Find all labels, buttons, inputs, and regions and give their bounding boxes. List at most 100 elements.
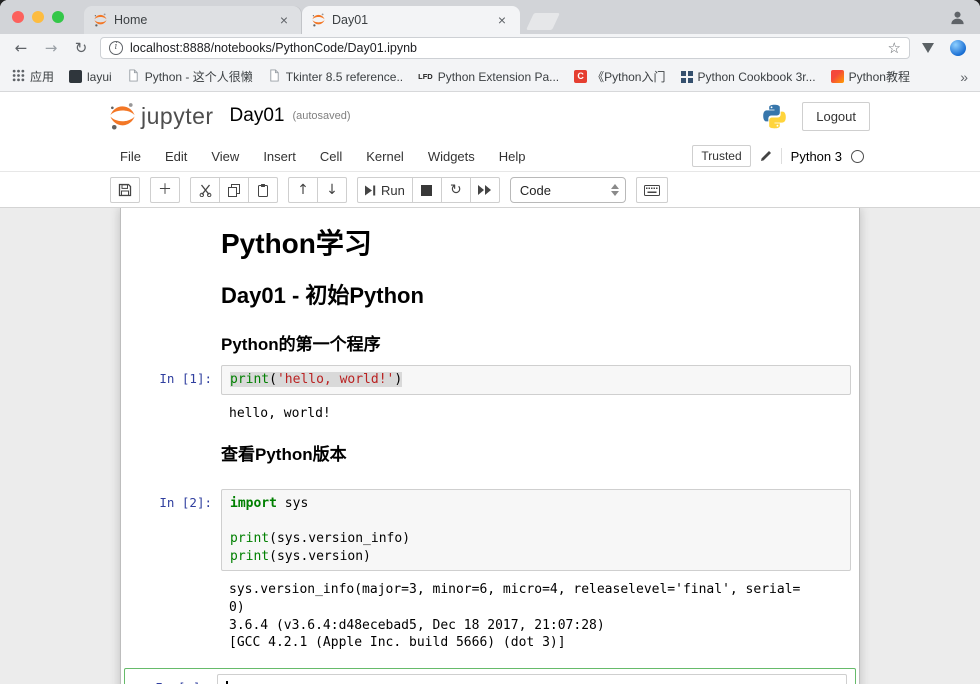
scissors-icon [199,184,212,197]
code-input-2[interactable]: import sys print(sys.version_info) print… [221,489,851,571]
extension-triangle-icon[interactable] [922,43,934,53]
bookmark-python-intro[interactable]: C 《Python入门 [574,68,665,85]
site-info-icon[interactable]: i [109,41,123,55]
cut-cell-button[interactable] [190,177,220,203]
insert-cell-button[interactable]: ＋ [150,177,180,203]
close-tab-icon[interactable]: × [276,12,292,28]
bookmarks-overflow-icon[interactable]: » [960,69,968,85]
jupyter-logo-icon[interactable] [110,102,135,130]
input-prompt: In [ ]: [125,674,217,684]
url-text[interactable]: localhost:8888/notebooks/PythonCode/Day0… [130,41,881,55]
cell-type-select[interactable]: Code [510,177,626,203]
code-token: import [230,496,277,511]
copy-cell-button[interactable] [219,177,249,203]
code-cell-2[interactable]: In [2]: import sys print(sys.version_inf… [121,485,859,575]
new-tab-button[interactable] [526,13,560,30]
notebook-heading-3: Python的第一个程序 [221,330,851,355]
save-icon [118,183,132,197]
apps-grid-icon [12,69,25,85]
bookmark-apps[interactable]: 应用 [12,68,54,85]
notebook-title[interactable]: Day01 [230,105,285,127]
restart-kernel-button[interactable]: ↻ [441,177,471,203]
notebook-container: Python学习 Day01 - 初始Python Python的第一个程序 I… [120,208,860,684]
close-tab-icon[interactable]: × [494,12,510,28]
notebook-scroll-area[interactable]: Python学习 Day01 - 初始Python Python的第一个程序 I… [0,208,980,684]
code-input-1[interactable]: print('hello, world!') [221,365,851,395]
paste-cell-button[interactable] [248,177,278,203]
code-cell-3-selected[interactable]: In [ ]: [124,668,856,684]
profile-icon[interactable] [949,9,966,31]
output-cell-2: sys.version_info(major=3, minor=6, micro… [121,575,859,657]
traffic-lights [12,11,64,23]
move-cell-up-button[interactable]: ↑ [288,177,318,203]
menu-edit[interactable]: Edit [153,149,199,164]
checkpoint-status: (autosaved) [292,110,350,122]
bookmark-python-tutorial[interactable]: Python教程 [831,68,910,85]
browser-window: Home × Day01 × ← → ↻ i localhost:8888/no… [0,0,980,684]
extension-globe-icon[interactable] [950,40,966,56]
bookmark-star-icon[interactable]: ☆ [888,41,901,56]
jupyter-wordmark[interactable]: jupyter [141,103,214,130]
menu-view[interactable]: View [199,149,251,164]
notebook-heading-2: Day01 - 初始Python [221,278,851,310]
code-token: ) [394,372,402,387]
menu-kernel[interactable]: Kernel [354,149,416,164]
restart-run-all-button[interactable] [470,177,500,203]
markdown-cell-version[interactable]: 查看Python版本 [121,428,859,471]
bookmark-python-cookbook[interactable]: Python Cookbook 3r... [681,70,816,84]
navigation-bar: ← → ↻ i localhost:8888/notebooks/PythonC… [0,34,980,62]
bookmark-label: 《Python入门 [592,68,665,85]
command-palette-button[interactable] [636,177,668,203]
interrupt-kernel-button[interactable] [412,177,442,203]
logout-button[interactable]: Logout [802,102,870,131]
menu-cell[interactable]: Cell [308,149,354,164]
bookmark-python-extension[interactable]: LFD Python Extension Pa... [418,70,559,84]
bookmark-tkinter[interactable]: Tkinter 8.5 reference.. [268,69,403,85]
close-window-button[interactable] [12,11,24,23]
refresh-icon: ↻ [450,183,462,197]
notebook-heading-1: Python学习 [221,228,851,260]
tab-title: Day01 [332,13,487,27]
jupyter-favicon-icon [312,13,325,27]
menu-insert[interactable]: Insert [251,149,308,164]
input-prompt: In [2]: [129,489,221,571]
back-button[interactable]: ← [10,41,32,56]
code-token: print [230,549,269,564]
menu-file[interactable]: File [116,149,153,164]
trusted-badge[interactable]: Trusted [692,145,750,167]
jupyter-favicon-icon [94,13,107,27]
jupyter-toolbar: ＋ ↑ ↓ Run [0,172,980,208]
page-favicon-icon [127,69,140,85]
forward-button[interactable]: → [40,41,62,56]
markdown-cell-title[interactable]: Python学习 [121,218,859,268]
code-cell-1[interactable]: In [1]: print('hello, world!') [121,361,859,399]
python-logo-icon [761,103,788,130]
input-prompt: In [1]: [129,365,221,395]
arrow-down-icon: ↓ [326,183,338,197]
tab-home[interactable]: Home × [84,6,302,34]
zoom-window-button[interactable] [52,11,64,23]
markdown-cell-day01[interactable]: Day01 - 初始Python [121,268,859,318]
output-prompt [129,577,221,651]
run-cell-button[interactable]: Run [357,177,413,203]
reload-button[interactable]: ↻ [70,41,92,56]
address-bar[interactable]: i localhost:8888/notebooks/PythonCode/Da… [100,37,910,59]
tab-day01[interactable]: Day01 × [302,6,520,34]
colorful-favicon-icon [831,70,844,83]
code-token: ( [269,372,277,387]
bookmark-label: layui [87,70,112,84]
bookmark-python-blog[interactable]: Python - 这个人很懒 [127,68,253,85]
code-token: print [230,531,269,546]
code-input-3[interactable] [217,674,847,684]
menu-help[interactable]: Help [487,149,538,164]
minimize-window-button[interactable] [32,11,44,23]
save-button[interactable] [110,177,140,203]
stop-icon [421,185,432,196]
cell-type-value: Code [520,183,611,198]
bookmarks-bar: 应用 layui Python - 这个人很懒 Tkinter 8.5 refe… [0,62,980,92]
menu-widgets[interactable]: Widgets [416,149,487,164]
code-token: 'hello, world!' [277,372,394,387]
move-cell-down-button[interactable]: ↓ [317,177,347,203]
bookmark-layui[interactable]: layui [69,70,112,84]
markdown-cell-first-program[interactable]: Python的第一个程序 [121,318,859,361]
